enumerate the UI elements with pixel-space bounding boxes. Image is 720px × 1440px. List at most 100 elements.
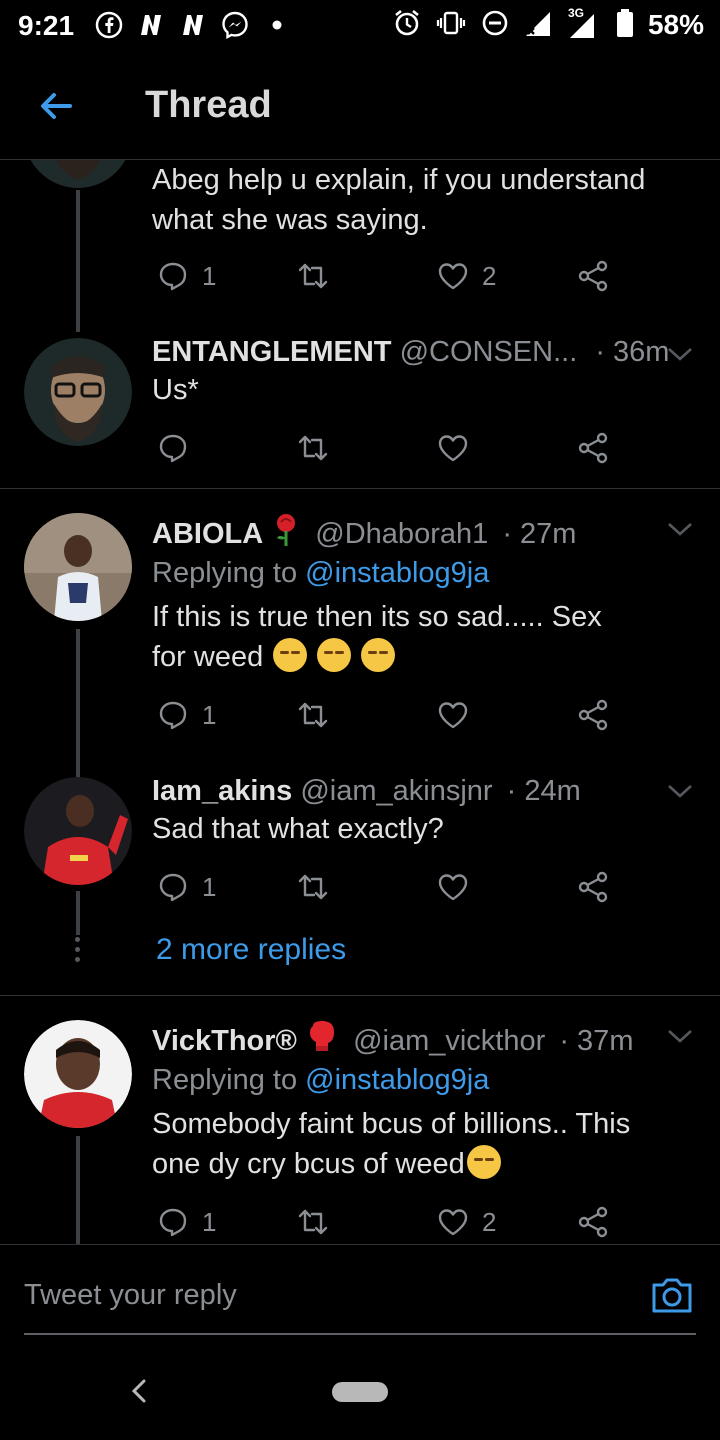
share-button[interactable]	[576, 867, 610, 907]
retweet-icon	[298, 1209, 328, 1235]
pensive-face-emoji	[317, 638, 352, 672]
mention-link[interactable]: @instablog9ja	[305, 1064, 489, 1096]
tweet-actions: 1	[152, 695, 622, 735]
share-icon	[578, 1206, 608, 1238]
tweet-actions: 1 2	[152, 1202, 622, 1242]
author-name[interactable]: VickThor®	[152, 1025, 297, 1057]
like-button[interactable]	[436, 428, 470, 468]
home-pill[interactable]	[332, 1382, 388, 1402]
pensive-face-emoji	[361, 638, 396, 672]
more-replies-link[interactable]: 2 more replies	[156, 933, 346, 967]
retweet-button[interactable]	[296, 1202, 330, 1242]
camera-icon[interactable]	[650, 1275, 694, 1315]
avatar[interactable]	[24, 777, 132, 885]
author-name[interactable]: ENTANGLEMENT	[152, 336, 392, 368]
reply-icon	[159, 434, 187, 463]
tweet-text: Somebody faint bcus of billions.. This o…	[152, 1104, 652, 1184]
tweet[interactable]: ABIOLA @Dhaborah1 · 27m Replying to @ins…	[0, 489, 720, 779]
author-name[interactable]: Iam_akins	[152, 775, 292, 807]
share-icon	[578, 699, 608, 731]
crying-face-emoji	[466, 1145, 501, 1179]
like-button[interactable]: 2	[436, 1202, 496, 1242]
share-icon	[578, 260, 608, 292]
reply-count: 1	[202, 260, 217, 291]
thread-line	[76, 1136, 80, 1244]
share-button[interactable]	[576, 256, 610, 296]
retweet-icon	[298, 263, 328, 289]
thread-line	[76, 190, 80, 332]
author-handle[interactable]: @Dhaborah1	[315, 518, 488, 550]
retweet-button[interactable]	[296, 695, 330, 735]
retweet-icon	[298, 874, 328, 900]
reply-count: 1	[202, 871, 217, 902]
like-icon	[438, 702, 468, 729]
like-icon	[438, 263, 468, 290]
reply-button[interactable]: 1	[156, 867, 216, 907]
retweet-button[interactable]	[296, 867, 330, 907]
chevron-down-icon[interactable]	[666, 1026, 694, 1046]
reply-input[interactable]: Tweet your reply	[24, 1279, 237, 1312]
avatar[interactable]	[24, 1020, 132, 1128]
page-title: Thread	[145, 84, 272, 126]
retweet-icon	[298, 435, 328, 461]
tweet-text: If this is true then its so sad..... Sex…	[152, 597, 632, 677]
reply-compose-bar: Tweet your reply	[0, 1244, 720, 1344]
back-arrow-icon[interactable]	[36, 86, 76, 126]
tweet[interactable]: VickThor® @iam_vickthor · 37m Replying t…	[0, 996, 720, 1244]
tweet-time: · 27m	[502, 518, 577, 550]
like-button[interactable]: 2	[436, 256, 496, 296]
tweet-time: · 37m	[559, 1025, 634, 1057]
reply-icon	[159, 1208, 187, 1237]
tweet-header: VickThor® @iam_vickthor · 37m	[152, 1020, 633, 1062]
chevron-down-icon[interactable]	[666, 519, 694, 539]
thread-dots	[74, 937, 82, 967]
app-bar: Thread	[0, 52, 720, 160]
chevron-down-icon[interactable]	[666, 781, 694, 801]
tweet-time: · 36m	[595, 336, 670, 368]
avatar[interactable]	[24, 338, 132, 446]
reply-icon	[159, 701, 187, 730]
tweet-text-content: Somebody faint bcus of billions.. This o…	[152, 1108, 631, 1180]
tweet[interactable]: Abeg help u explain, if you understand w…	[0, 0, 720, 332]
tweet-header: ABIOLA @Dhaborah1 · 27m	[152, 513, 576, 555]
tweet-text: Us*	[152, 374, 199, 406]
share-icon	[578, 871, 608, 903]
share-button[interactable]	[576, 695, 610, 735]
share-button[interactable]	[576, 1202, 610, 1242]
retweet-button[interactable]	[296, 428, 330, 468]
retweet-button[interactable]	[296, 256, 330, 296]
tweet-header: Iam_akins @iam_akinsjnr · 24m	[152, 775, 581, 808]
nav-back-icon[interactable]	[128, 1376, 150, 1406]
reply-button[interactable]: 1	[156, 256, 216, 296]
author-handle[interactable]: @CONSEN...	[400, 336, 578, 368]
tweet[interactable]: ENTANGLEMENT @CONSEN... · 36m Us*	[0, 320, 720, 488]
tweet-time: · 24m	[506, 775, 581, 807]
tweet-header: ENTANGLEMENT @CONSEN... · 36m	[152, 336, 669, 369]
tweet-actions: 1	[152, 867, 622, 907]
retweet-icon	[298, 702, 328, 728]
like-button[interactable]	[436, 867, 470, 907]
reply-button[interactable]: 1	[156, 1202, 216, 1242]
reply-icon	[159, 873, 187, 902]
reply-icon	[159, 262, 187, 291]
tweet-text: Abeg help u explain, if you understand w…	[152, 164, 646, 236]
like-button[interactable]	[436, 695, 470, 735]
avatar[interactable]	[24, 513, 132, 621]
author-name[interactable]: ABIOLA	[152, 518, 263, 550]
tweet[interactable]: Iam_akins @iam_akinsjnr · 24m Sad that w…	[0, 765, 720, 995]
like-count: 2	[482, 260, 497, 291]
mention-link[interactable]: @instablog9ja	[305, 557, 489, 589]
reply-button[interactable]	[156, 428, 190, 468]
chevron-down-icon[interactable]	[666, 344, 694, 364]
share-button[interactable]	[576, 428, 610, 468]
replying-prefix: Replying to	[152, 1064, 298, 1096]
like-icon	[438, 874, 468, 901]
author-handle[interactable]: @iam_vickthor	[353, 1025, 545, 1057]
replying-to: Replying to @instablog9ja	[152, 1064, 489, 1097]
author-handle[interactable]: @iam_akinsjnr	[300, 775, 492, 807]
replying-prefix: Replying to	[152, 557, 298, 589]
reply-count: 1	[202, 699, 217, 730]
system-nav-bar	[0, 1344, 720, 1440]
input-underline	[24, 1333, 696, 1335]
reply-button[interactable]: 1	[156, 695, 216, 735]
